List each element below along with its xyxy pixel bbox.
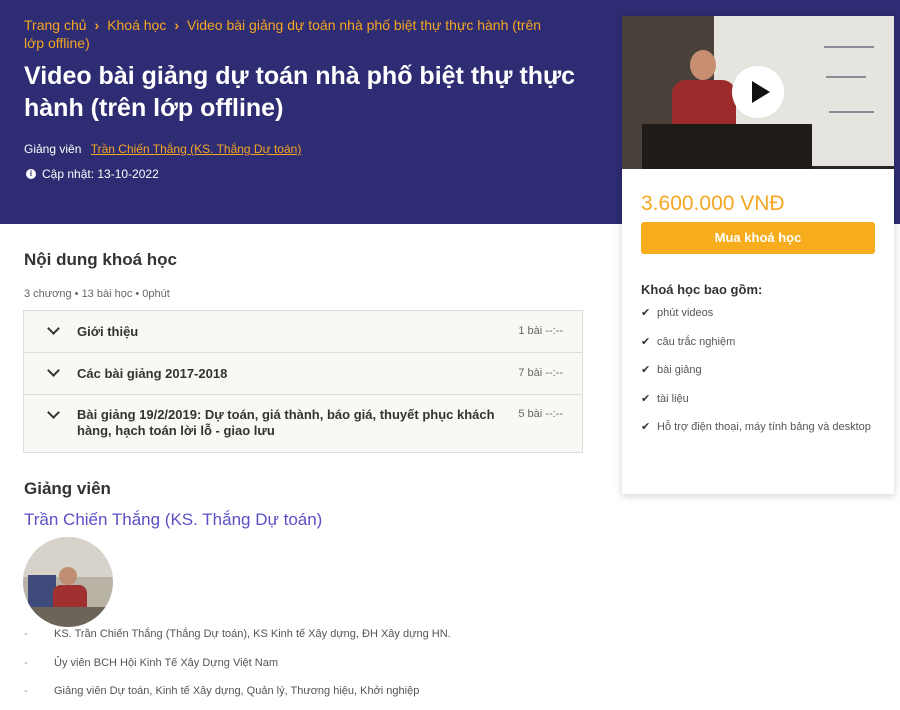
includes-item: ✔ bài giảng [641,364,702,376]
bio-bullet: - [24,685,28,697]
instructor-link[interactable]: Trần Chiến Thắng (KS. Thắng Dự toán) [91,142,302,156]
instructor-bio-list: - KS. Trần Chiến Thắng (Thắng Dự toán), K… [24,626,564,710]
section-row[interactable]: Bài giảng 19/2/2019: Dự toán, giá thành,… [24,395,582,452]
check-icon: ✔ [641,421,651,433]
includes-list: ✔ phút videos ✔ câu trắc nghiệm ✔ bài giảng… [641,305,881,448]
includes-title: Khoá học bao gồm: [641,282,763,297]
section-row[interactable]: Các bài giảng 2017-2018 7 bài --:-- [24,353,582,395]
bio-bullet: - [24,656,28,669]
bio-item: - KS. Trần Chiến Thắng (Thắng Dự toán), K… [24,628,451,640]
course-content-meta: 3 chương • 13 bài học • 0phút [24,288,170,300]
check-icon: ✔ [641,364,651,376]
breadcrumb: Trang chủ › Khoá học › Video bài giảng dự to… [24,16,544,52]
update-date: i Cập nhật: 13-10-2022 [24,167,159,181]
course-sections-accordion: Giới thiệu 1 bài --:-- Các bài giảng 201… [23,310,583,453]
section-title: Các bài giảng 2017-2018 [77,366,228,381]
info-icon: i [26,169,36,179]
video-desk [642,124,812,169]
section-title: Bài giảng 19/2/2019: Dự toán, giá thành,… [77,407,495,438]
includes-item: ✔ tài liệu [641,392,689,405]
buy-course-button[interactable]: Mua khoá học [641,222,875,254]
chevron-down-icon[interactable] [46,323,60,337]
chevron-down-icon[interactable] [46,407,60,421]
section-title: Giới thiệu [77,324,139,339]
includes-item: ✔ câu trắc nghiệm [641,335,736,348]
includes-item: ✔ Hỗ trợ điện thoại, máy tính bảng và des… [641,421,871,433]
course-price: 3.600.000 VNĐ [641,192,785,215]
instructor-heading: Giảng viên [24,479,111,498]
chevron-right-icon: › [174,17,180,33]
includes-item: ✔ phút videos [641,307,714,319]
instructor-avatar [23,537,113,627]
section-lesson-count: 1 bài --:-- [518,325,563,337]
bio-bullet: - [24,628,28,640]
bio-item: - Giảng viên Dự toán, Kinh tế Xây dựng, Q… [24,685,420,697]
instructor-name[interactable]: Trần Chiến Thắng (KS. Thắng Dự toán) [24,510,322,530]
chevron-down-icon[interactable] [46,365,60,379]
chevron-right-icon: › [94,17,100,33]
section-row[interactable]: Giới thiệu 1 bài --:-- [24,311,582,353]
play-button[interactable] [732,66,784,118]
breadcrumb-current-page: Video bài giảng dự toán nhà phố biệt thự… [24,17,542,51]
instructor-line: Giảng viên Trần Chiến Thắng (KS. Thắng D… [24,142,301,156]
section-lesson-count: 5 bài --:-- [518,408,563,420]
check-icon: ✔ [641,335,651,348]
course-content-heading: Nội dung khoá học [24,250,177,269]
course-title: Video bài giảng dự toán nhà phố biệt thự… [24,62,576,122]
check-icon: ✔ [641,307,651,319]
breadcrumb-courses-link[interactable]: Khoá học [107,17,166,33]
course-preview-video[interactable] [622,16,894,169]
bio-item: - Ủy viên BCH Hội Kinh Tế Xây Dựng Việt N… [24,656,278,669]
breadcrumb-home-link[interactable]: Trang chủ [24,17,87,33]
instructor-label: Giảng viên [24,142,82,156]
purchase-card: 3.600.000 VNĐ Mua khoá học Khoá học bao … [622,16,894,494]
check-icon: ✔ [641,392,651,405]
section-lesson-count: 7 bài --:-- [518,367,563,379]
update-date-text: Cập nhật: 13-10-2022 [42,167,159,181]
